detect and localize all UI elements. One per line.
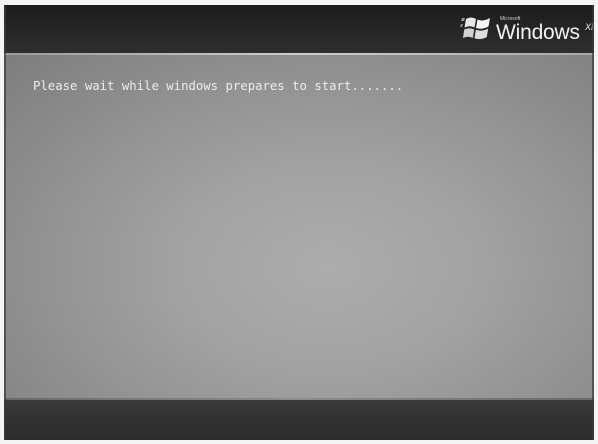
main-area: Please wait while windows prepares to st… bbox=[4, 55, 594, 398]
windows-flag-icon bbox=[460, 17, 490, 40]
bottom-bar bbox=[4, 400, 594, 440]
windows-xp-logo: Microsoft Windows XP bbox=[460, 11, 594, 49]
right-bezel bbox=[592, 5, 594, 440]
top-bar: Microsoft Windows XP bbox=[4, 5, 594, 53]
logo-product-text: Windows bbox=[496, 21, 580, 44]
boot-screen: Microsoft Windows XP Please wait while w… bbox=[4, 5, 594, 440]
status-message: Please wait while windows prepares to st… bbox=[33, 79, 404, 93]
left-bezel bbox=[4, 5, 6, 440]
